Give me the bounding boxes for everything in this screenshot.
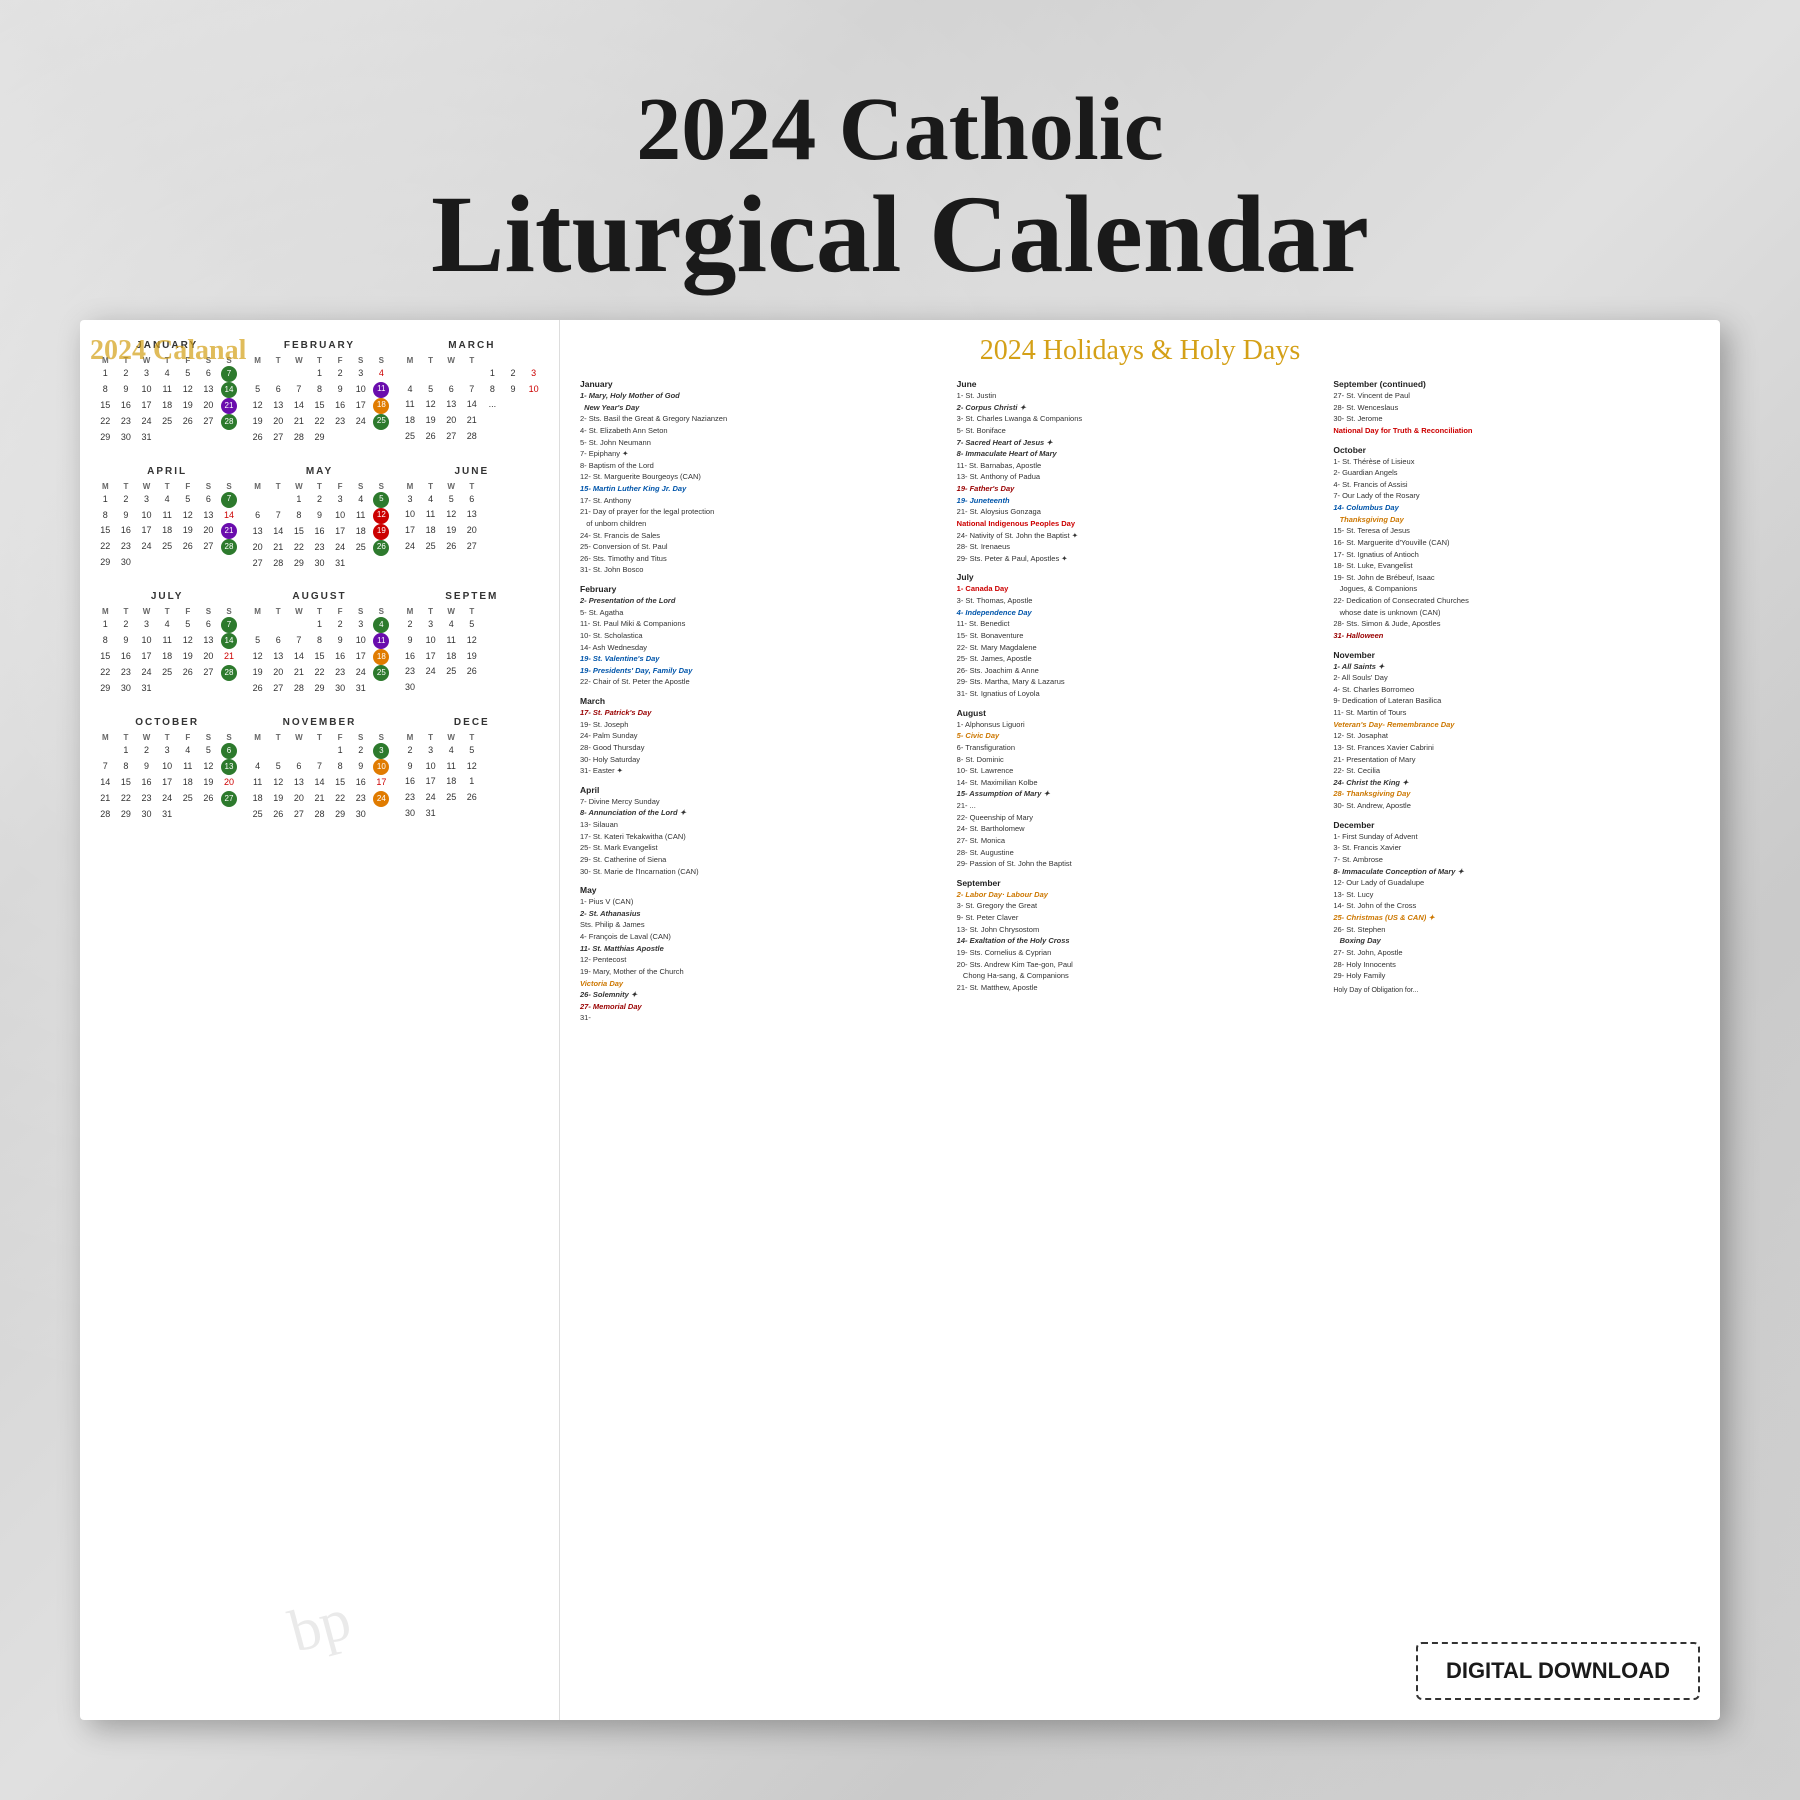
june-section: June 1- St. Justin 2- Corpus Christi ✦ 3… [957, 379, 1324, 564]
jan-18: 18 [157, 398, 178, 414]
jan-3: 3 [136, 366, 157, 382]
october-holidays: October 1- St. Thérèse of Lisieux 2- Gua… [1333, 445, 1700, 642]
jan-30: 30 [116, 430, 137, 446]
jan-7: 7 [221, 366, 237, 382]
april-section: April 7- Divine Mercy Sunday 8- Annuncia… [580, 785, 947, 877]
jan-1: 1 [95, 366, 116, 382]
jan-31: 31 [136, 430, 157, 446]
holidays-col-2: June 1- St. Justin 2- Corpus Christi ✦ 3… [957, 379, 1324, 1032]
jan-20: 20 [198, 398, 219, 414]
jan-8: 8 [95, 382, 116, 398]
jan-12: 12 [177, 382, 198, 398]
april-grid: APRIL M T W T F S S 1 2 3 [95, 466, 239, 572]
jan-16: 16 [116, 398, 137, 414]
march-grid: MARCH M T W T [400, 340, 544, 446]
holidays-columns: January 1- Mary, Holy Mother of God New … [580, 379, 1700, 1032]
september-grid: SEPTEM M T W T 2 3 4 5 [400, 591, 544, 697]
jan-13: 13 [198, 382, 219, 398]
december-holidays: December 1- First Sunday of Advent 3- St… [1333, 820, 1700, 997]
july-grid: JULY M T W T F S S 1 2 3 4 [95, 591, 239, 697]
jan-10: 10 [136, 382, 157, 398]
title-line2: Liturgical Calendar [0, 179, 1800, 289]
watermark: bp [282, 1584, 358, 1666]
sept-continued: September (continued) 27- St. Vincent de… [1333, 379, 1700, 437]
document: 2024 Calanal JANUARY M T W T F S S [80, 320, 1720, 1720]
holidays-col-3: September (continued) 27- St. Vincent de… [1333, 379, 1700, 1032]
february-label: FEBRUARY [247, 340, 391, 351]
calendar-overlay-title: 2024 Calanal [90, 335, 246, 367]
august-grid: AUGUST M T W T F S S 1 [247, 591, 391, 697]
jan-23: 23 [116, 414, 137, 430]
september-section: September 2- Labor Day· Labour Day 3- St… [957, 878, 1324, 994]
november-holidays: November 1- All Saints ✦ 2- All Souls' D… [1333, 650, 1700, 812]
jan-29: 29 [95, 430, 116, 446]
february-section: February 2- Presentation of the Lord 5- … [580, 584, 947, 688]
holidays-title: 2024 Holidays & Holy Days [580, 335, 1700, 367]
jan-27: 27 [198, 414, 219, 430]
february-grid: FEBRUARY M T W T F S S [247, 340, 391, 446]
jan-25: 25 [157, 414, 178, 430]
jan-4: 4 [157, 366, 178, 382]
january-section: January 1- Mary, Holy Mother of God New … [580, 379, 947, 576]
march-section: March 17- St. Patrick's Day 19- St. Jose… [580, 696, 947, 777]
digital-download-badge: DIGITAL DOWNLOAD [1416, 1642, 1700, 1700]
jan-17: 17 [136, 398, 157, 414]
title-line1: 2024 Catholic [0, 80, 1800, 179]
jan-28: 28 [221, 414, 237, 430]
jan-2: 2 [116, 366, 137, 382]
jan-5: 5 [177, 366, 198, 382]
jan-19: 19 [177, 398, 198, 414]
december-grid: DECE M T W T 2 3 4 5 [400, 717, 544, 822]
may-section: May 1- Pius V (CAN) 2- St. Athanasius St… [580, 885, 947, 1024]
months-row-4: OCTOBER M T W T F S S 1 2 [95, 717, 544, 834]
march-label: MARCH [400, 340, 544, 351]
may-grid: MAY M T W T F S S 1 2 [247, 466, 391, 572]
holidays-col-1: January 1- Mary, Holy Mother of God New … [580, 379, 947, 1032]
november-grid: NOVEMBER M T W T F S S [247, 717, 391, 822]
title-section: 2024 Catholic Liturgical Calendar [0, 80, 1800, 289]
jan-14: 14 [221, 382, 237, 398]
june-grid: JUNE M T W T 3 4 5 6 [400, 466, 544, 572]
jan-11: 11 [157, 382, 178, 398]
months-row-3: JULY M T W T F S S 1 2 3 4 [95, 591, 544, 709]
jan-9: 9 [116, 382, 137, 398]
calendar-side: 2024 Calanal JANUARY M T W T F S S [80, 320, 560, 1720]
august-section: August 1- Alphonsus Liguori 5- Civic Day… [957, 708, 1324, 870]
jan-26: 26 [177, 414, 198, 430]
holidays-side: 2024 Holidays & Holy Days January 1- Mar… [560, 320, 1720, 1720]
october-grid: OCTOBER M T W T F S S 1 2 [95, 717, 239, 822]
jan-15: 15 [95, 398, 116, 414]
jan-21: 21 [221, 398, 237, 414]
july-section: July 1- Canada Day 3- St. Thomas, Apostl… [957, 572, 1324, 699]
months-row-2: APRIL M T W T F S S 1 2 3 [95, 466, 544, 584]
jan-22: 22 [95, 414, 116, 430]
jan-6: 6 [198, 366, 219, 382]
jan-24: 24 [136, 414, 157, 430]
